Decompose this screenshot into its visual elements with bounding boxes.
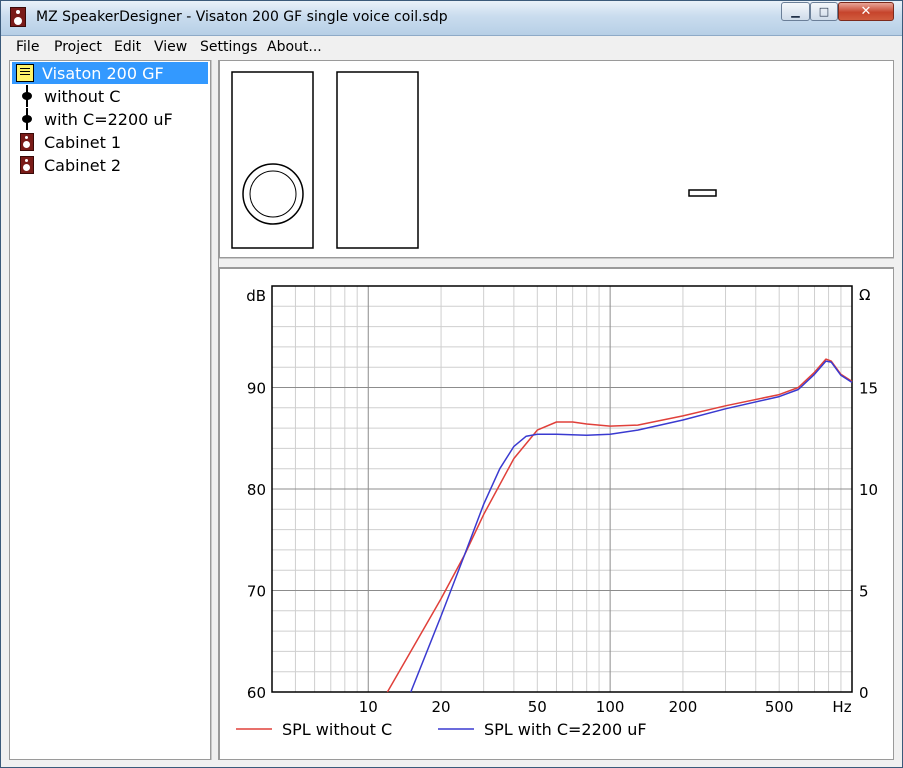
y2-tick-label: 15	[859, 380, 878, 398]
tree-item-cabinet-2[interactable]: Cabinet 2	[14, 154, 121, 176]
legend: SPL without C SPL with C=2200 uF	[236, 720, 647, 739]
maximize-icon: □	[818, 5, 830, 18]
x-tick-label: 20	[432, 698, 451, 716]
legend-label-0: SPL without C	[282, 720, 392, 739]
x-tick-label: 200	[669, 698, 698, 716]
tree-item-without-c[interactable]: without C	[14, 85, 120, 107]
legend-label-1: SPL with C=2200 uF	[484, 720, 647, 739]
series-line-0	[386, 358, 853, 693]
cabinet-2-box[interactable]	[336, 71, 419, 249]
cabinet-drawing	[231, 71, 717, 249]
x-tick-label: 100	[596, 698, 625, 716]
tree-item-label: Cabinet 1	[44, 132, 122, 152]
node-icon	[18, 108, 36, 130]
menu-about[interactable]: About...	[267, 39, 322, 55]
menu-edit[interactable]: Edit	[114, 39, 141, 55]
note-icon	[16, 64, 34, 82]
menu-project[interactable]: Project	[54, 39, 102, 55]
tree-item-label: without C	[44, 86, 121, 106]
vertical-splitter[interactable]	[211, 60, 219, 760]
series-group	[386, 358, 853, 693]
y2-tick-label: 0	[859, 684, 869, 702]
horizontal-splitter[interactable]	[219, 258, 894, 268]
y2-tick-label: 10	[859, 481, 878, 499]
cabinet-icon	[20, 133, 34, 151]
driver-dustcap	[249, 170, 297, 218]
app-window: MZ SpeakerDesigner - Visaton 200 GF sing…	[0, 0, 903, 768]
ticks-group: 10 20 50 100 200 500 60 70 80 90 0 5 10 15	[247, 380, 878, 717]
close-button[interactable]: ✕	[838, 2, 894, 21]
series-line-1	[410, 360, 853, 693]
minimize-button[interactable]: ▁	[781, 2, 810, 21]
spl-chart: 10 20 50 100 200 500 60 70 80 90 0 5 10 15 dB Ω Hz SP…	[236, 285, 878, 739]
cabinet-1-box[interactable]	[231, 71, 314, 249]
tree-item-label: Visaton 200 GF	[42, 63, 164, 83]
y2-axis-label: Ω	[859, 286, 870, 304]
tree-item-label: Cabinet 2	[44, 155, 122, 175]
cabinet-icon	[20, 156, 34, 174]
menu-bar: File Project Edit View Settings About...	[1, 36, 902, 59]
x-tick-label: 50	[528, 698, 547, 716]
x-tick-label: 10	[359, 698, 378, 716]
y-axis-label: dB	[246, 287, 266, 305]
y-tick-label: 60	[247, 684, 266, 702]
y-tick-label: 80	[247, 481, 266, 499]
port-tube	[688, 189, 717, 197]
menu-view[interactable]: View	[154, 39, 187, 55]
driver-cone	[242, 163, 304, 225]
status-strip	[1, 760, 902, 767]
app-speaker-icon[interactable]	[10, 7, 26, 27]
y-tick-label: 90	[247, 380, 266, 398]
y-tick-label: 70	[247, 583, 266, 601]
title-bar[interactable]: MZ SpeakerDesigner - Visaton 200 GF sing…	[1, 1, 902, 36]
right-edge	[894, 60, 902, 760]
window-title: MZ SpeakerDesigner - Visaton 200 GF sing…	[36, 9, 448, 25]
x-axis-label: Hz	[832, 698, 851, 716]
menu-file[interactable]: File	[16, 39, 39, 55]
maximize-button[interactable]: □	[810, 2, 838, 21]
menu-settings[interactable]: Settings	[200, 39, 257, 55]
graph-view[interactable]: 10 20 50 100 200 500 60 70 80 90 0 5 10 15 dB Ω Hz SP…	[219, 268, 894, 760]
tree-item-label: with C=2200 uF	[44, 109, 173, 129]
tree-item-cabinet-1[interactable]: Cabinet 1	[14, 131, 121, 153]
project-tree[interactable]: Visaton 200 GF without C with C=2200 uF …	[9, 60, 211, 760]
cabinet-view[interactable]	[219, 60, 894, 258]
close-icon: ✕	[860, 4, 872, 19]
node-icon	[18, 85, 36, 107]
tree-item-driver[interactable]: Visaton 200 GF	[12, 62, 208, 84]
y2-tick-label: 5	[859, 583, 869, 601]
minimize-icon: ▁	[791, 5, 800, 18]
x-tick-label: 500	[765, 698, 794, 716]
tree-item-with-c[interactable]: with C=2200 uF	[14, 108, 173, 130]
